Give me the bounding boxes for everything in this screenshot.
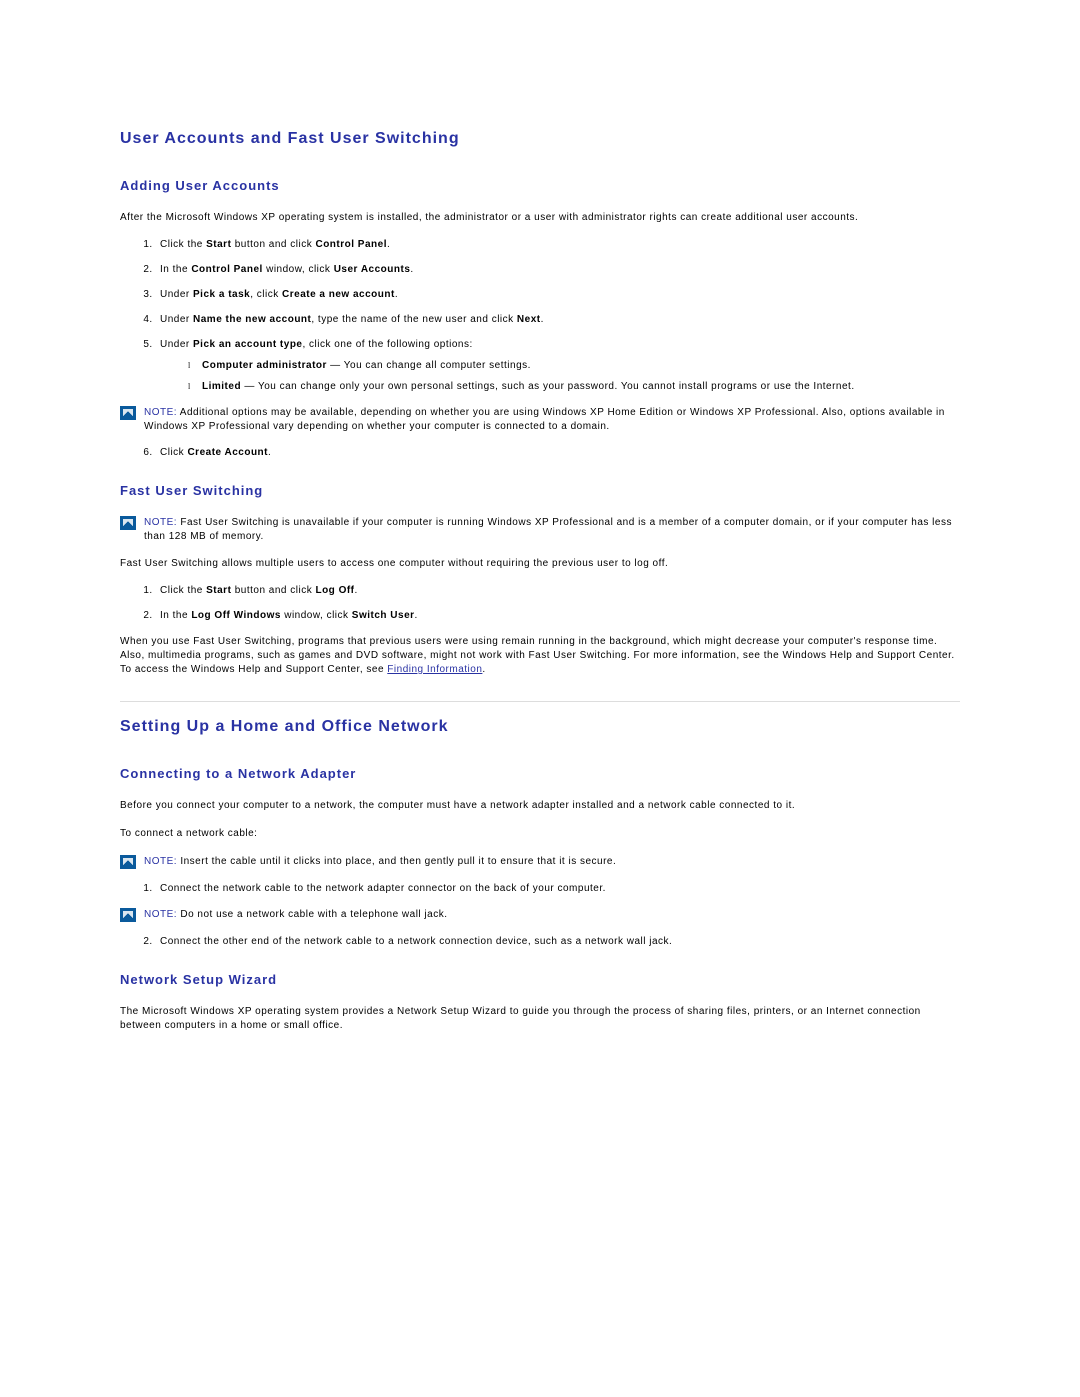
list-item: Connect the other end of the network cab… bbox=[156, 936, 960, 947]
list-item: In the Control Panel window, click User … bbox=[156, 264, 960, 275]
paragraph: Fast User Switching allows multiple user… bbox=[120, 557, 960, 571]
list-item: Under Pick an account type, click one of… bbox=[156, 339, 960, 392]
list-item: Click the Start button and click Control… bbox=[156, 239, 960, 250]
paragraph: The Microsoft Windows XP operating syste… bbox=[120, 1005, 960, 1033]
heading-connecting-adapter: Connecting to a Network Adapter bbox=[120, 766, 960, 781]
steps-list-adding: Click the Start button and click Control… bbox=[120, 239, 960, 392]
note-block: NOTE: Fast User Switching is unavailable… bbox=[120, 516, 960, 543]
list-item: Click the Start button and click Log Off… bbox=[156, 585, 960, 596]
paragraph: When you use Fast User Switching, progra… bbox=[120, 635, 960, 677]
note-icon bbox=[120, 855, 136, 869]
list-item: In the Log Off Windows window, click Swi… bbox=[156, 610, 960, 621]
heading-user-accounts: User Accounts and Fast User Switching bbox=[120, 130, 960, 148]
heading-setting-up-network: Setting Up a Home and Office Network bbox=[120, 718, 960, 736]
heading-fast-user-switching: Fast User Switching bbox=[120, 483, 960, 498]
note-icon bbox=[120, 406, 136, 420]
list-item: Click Create Account. bbox=[156, 447, 960, 458]
note-icon bbox=[120, 516, 136, 530]
heading-network-setup-wizard: Network Setup Wizard bbox=[120, 972, 960, 987]
note-block: NOTE: Do not use a network cable with a … bbox=[120, 908, 960, 922]
note-icon bbox=[120, 908, 136, 922]
note-text: NOTE: Insert the cable until it clicks i… bbox=[144, 855, 960, 869]
list-item: Under Name the new account, type the nam… bbox=[156, 314, 960, 325]
steps-list-adding-cont: Click Create Account. bbox=[120, 447, 960, 458]
note-text: NOTE: Do not use a network cable with a … bbox=[144, 908, 960, 922]
steps-list-connect: Connect the network cable to the network… bbox=[120, 883, 960, 894]
finding-information-link[interactable]: Finding Information bbox=[387, 664, 482, 675]
note-block: NOTE: Additional options may be availabl… bbox=[120, 406, 960, 433]
paragraph: To connect a network cable: bbox=[120, 827, 960, 841]
list-item: Under Pick a task, click Create a new ac… bbox=[156, 289, 960, 300]
document-page: User Accounts and Fast User Switching Ad… bbox=[0, 0, 1080, 1147]
note-text: NOTE: Additional options may be availabl… bbox=[144, 406, 960, 433]
note-text: NOTE: Fast User Switching is unavailable… bbox=[144, 516, 960, 543]
note-block: NOTE: Insert the cable until it clicks i… bbox=[120, 855, 960, 869]
paragraph: Before you connect your computer to a ne… bbox=[120, 799, 960, 813]
section-divider bbox=[120, 701, 960, 702]
heading-adding-user-accounts: Adding User Accounts bbox=[120, 178, 960, 193]
list-item: Limited — You can change only your own p… bbox=[188, 381, 960, 392]
intro-paragraph: After the Microsoft Windows XP operating… bbox=[120, 211, 960, 225]
steps-list-connect-cont: Connect the other end of the network cab… bbox=[120, 936, 960, 947]
list-item: Connect the network cable to the network… bbox=[156, 883, 960, 894]
steps-list-fast: Click the Start button and click Log Off… bbox=[120, 585, 960, 621]
list-item: Computer administrator — You can change … bbox=[188, 360, 960, 371]
sub-options-list: Computer administrator — You can change … bbox=[160, 360, 960, 392]
